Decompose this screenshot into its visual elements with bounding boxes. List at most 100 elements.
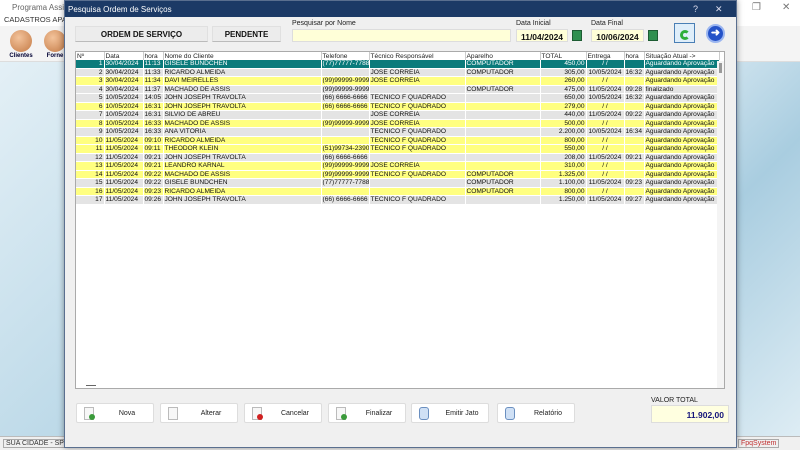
close-button[interactable]: ✕ — [715, 4, 723, 15]
table-cell: 11/05/2024 — [586, 85, 625, 95]
table-cell: 11:34 — [143, 76, 164, 86]
table-cell: 11 — [76, 144, 105, 154]
restore-icon[interactable]: ❐ — [752, 2, 761, 13]
finalizar-button[interactable]: Finalizar — [328, 403, 406, 423]
table-cell: 550,00 — [540, 144, 587, 154]
cancelar-button[interactable]: Cancelar — [244, 403, 322, 423]
table-cell — [465, 119, 541, 129]
table-row[interactable]: 8 10/05/2024 16:33 MACHADO DE ASSIS (99)9999… — [76, 119, 720, 129]
check-document-icon — [336, 407, 347, 420]
column-header[interactable]: TOTAL — [540, 52, 587, 60]
refresh-icon[interactable] — [674, 23, 695, 43]
table-row[interactable]: 2 30/04/2024 11:33 RICARDO ALMEIDA JOSE CORR… — [76, 68, 720, 78]
calendar-icon[interactable] — [648, 30, 658, 41]
valor-total-value: 11.902,00 — [651, 405, 729, 423]
table-cell: / / — [586, 187, 625, 197]
table-row[interactable]: 15 11/05/2024 09:22 GISELE BUNDCHEN (77)7777… — [76, 178, 720, 188]
help-button[interactable]: ? — [693, 4, 698, 14]
table-row[interactable]: 16 11/05/2024 09:23 RICARDO ALMEIDA COMPUTAD… — [76, 187, 720, 197]
table-row[interactable]: 7 10/05/2024 16:31 SILVIO DE ABREU JOSE CORR… — [76, 110, 720, 120]
table-cell: 30/04/2024 — [104, 76, 144, 86]
table-cell — [624, 187, 645, 197]
table-cell: JOSE CORREIA — [369, 68, 466, 78]
table-row[interactable]: 17 11/05/2024 09:26 JOHN JOSEPH TRAVOLTA (66… — [76, 195, 720, 205]
table-cell: 11:33 — [143, 68, 164, 78]
table-cell: TECNICO F QUADRADO — [369, 195, 466, 205]
table-cell: TECNICO F QUADRADO — [369, 102, 466, 112]
table-cell: Aguardando Aprovação — [644, 93, 720, 103]
data-inicial-label: Data Inicial — [516, 20, 551, 27]
column-header[interactable]: Nº — [76, 52, 105, 60]
table-cell: 8 — [76, 119, 105, 129]
column-header[interactable]: Situação Atual -> — [644, 52, 720, 60]
table-cell: 1 — [76, 60, 105, 69]
table-cell — [465, 144, 541, 154]
table-cell: THEODOR KLEIN — [163, 144, 322, 154]
nova-button[interactable]: Nova — [76, 403, 154, 423]
table-cell: JOHN JOSEPH TRAVOLTA — [163, 102, 322, 112]
column-header[interactable]: Aparelho — [465, 52, 541, 60]
scroll-thumb[interactable] — [719, 63, 722, 73]
table-cell: Aguardando Aprovação — [644, 68, 720, 78]
vertical-scrollbar[interactable] — [717, 61, 724, 388]
table-cell: 09:26 — [143, 195, 164, 205]
table-cell: COMPUTADOR — [465, 60, 541, 69]
close-app-icon[interactable]: ✕ — [782, 2, 790, 13]
table-cell: Aguardando Aprovação — [644, 136, 720, 146]
column-header[interactable]: Nome do Cliente — [163, 52, 322, 60]
table-row[interactable]: 14 11/05/2024 09:22 MACHADO DE ASSIS (99)999… — [76, 170, 720, 180]
table-row[interactable]: 13 11/05/2024 09:21 LEANDRO KARNAL (99)99999… — [76, 161, 720, 171]
table-cell: Aguardando Aprovação — [644, 170, 720, 180]
table-row[interactable]: 5 10/05/2024 14:05 JOHN JOSEPH TRAVOLTA (66)… — [76, 93, 720, 103]
table-header: Nº Data hora Nome do Cliente Telefone Técnico… — [76, 52, 720, 60]
table-cell: 16:31 — [143, 102, 164, 112]
search-label: Pesquisar por Nome — [292, 20, 356, 27]
table-cell: ANA VITÓRIA — [163, 127, 322, 137]
ordem-servico-button[interactable]: ORDEM DE SERVIÇO — [75, 26, 208, 42]
calendar-icon[interactable] — [572, 30, 582, 41]
table-cell: (66) 6666-6666 — [321, 93, 370, 103]
search-input[interactable] — [292, 29, 511, 42]
column-header[interactable]: Telefone — [321, 52, 370, 60]
button-label: Nova — [118, 410, 136, 417]
table-row[interactable]: 9 10/05/2024 16:33 ANA VITÓRIA TECNICO F QUA… — [76, 127, 720, 137]
table-cell: 1.100,00 — [540, 178, 587, 188]
pendente-button[interactable]: PENDENTE — [212, 26, 281, 42]
alterar-button[interactable]: Alterar — [160, 403, 238, 423]
table-row[interactable]: 3 30/04/2024 11:34 DAVI MEIRELLES (99)99999-… — [76, 76, 720, 86]
column-header[interactable]: Data — [104, 52, 144, 60]
tool-clientes[interactable]: Clientes — [6, 30, 36, 59]
table-row[interactable]: 4 30/04/2024 11:37 MACHADO DE ASSIS (99)9999… — [76, 85, 720, 95]
column-header[interactable]: Entrega — [586, 52, 625, 60]
column-header[interactable]: hora — [624, 52, 645, 60]
table-cell: 279,00 — [540, 102, 587, 112]
report-printer-icon — [505, 407, 515, 420]
table-row[interactable]: 12 11/05/2024 09:21 JOHN JOSEPH TRAVOLTA (66… — [76, 153, 720, 163]
table-row[interactable]: 11 11/05/2024 09:11 THEODOR KLEIN (51)99734-… — [76, 144, 720, 154]
table-cell: 11/05/2024 — [104, 187, 144, 197]
go-arrow-icon[interactable]: ➜ — [706, 24, 725, 43]
table-row[interactable]: 10 11/05/2024 09:10 RICARDO ALMEIDA TECNICO … — [76, 136, 720, 146]
relat-rio-button[interactable]: Relatório — [497, 403, 575, 423]
table-row[interactable]: 1 30/04/2024 11:13 GISELE BUNDCHEN (77)77777… — [76, 60, 720, 69]
new-document-icon — [84, 407, 95, 420]
valor-total-label: VALOR TOTAL — [651, 397, 698, 404]
column-header[interactable]: Técnico Responsável — [369, 52, 466, 60]
data-final-input[interactable]: 10/06/2024 — [591, 29, 644, 42]
table-cell: Aguardando Aprovação — [644, 144, 720, 154]
table-cell: 16:33 — [143, 119, 164, 129]
emitir-jato-button[interactable]: Emitir Jato — [411, 403, 489, 423]
button-label: Alterar — [200, 410, 222, 417]
data-inicial-input[interactable]: 11/04/2024 — [516, 29, 568, 42]
table-cell — [624, 60, 645, 69]
table-cell: 09:21 — [143, 161, 164, 171]
table-cell — [465, 136, 541, 146]
dialog-title-bar: Pesquisa Ordem de Serviços ? ✕ — [65, 1, 736, 17]
table-cell: COMPUTADOR — [465, 85, 541, 95]
table-cell: 9 — [76, 127, 105, 137]
column-header[interactable]: hora — [143, 52, 164, 60]
table-cell: 11/05/2024 — [104, 144, 144, 154]
table-cell — [369, 85, 466, 95]
table-cell: 310,00 — [540, 161, 587, 171]
table-row[interactable]: 6 10/05/2024 16:31 JOHN JOSEPH TRAVOLTA (66)… — [76, 102, 720, 112]
